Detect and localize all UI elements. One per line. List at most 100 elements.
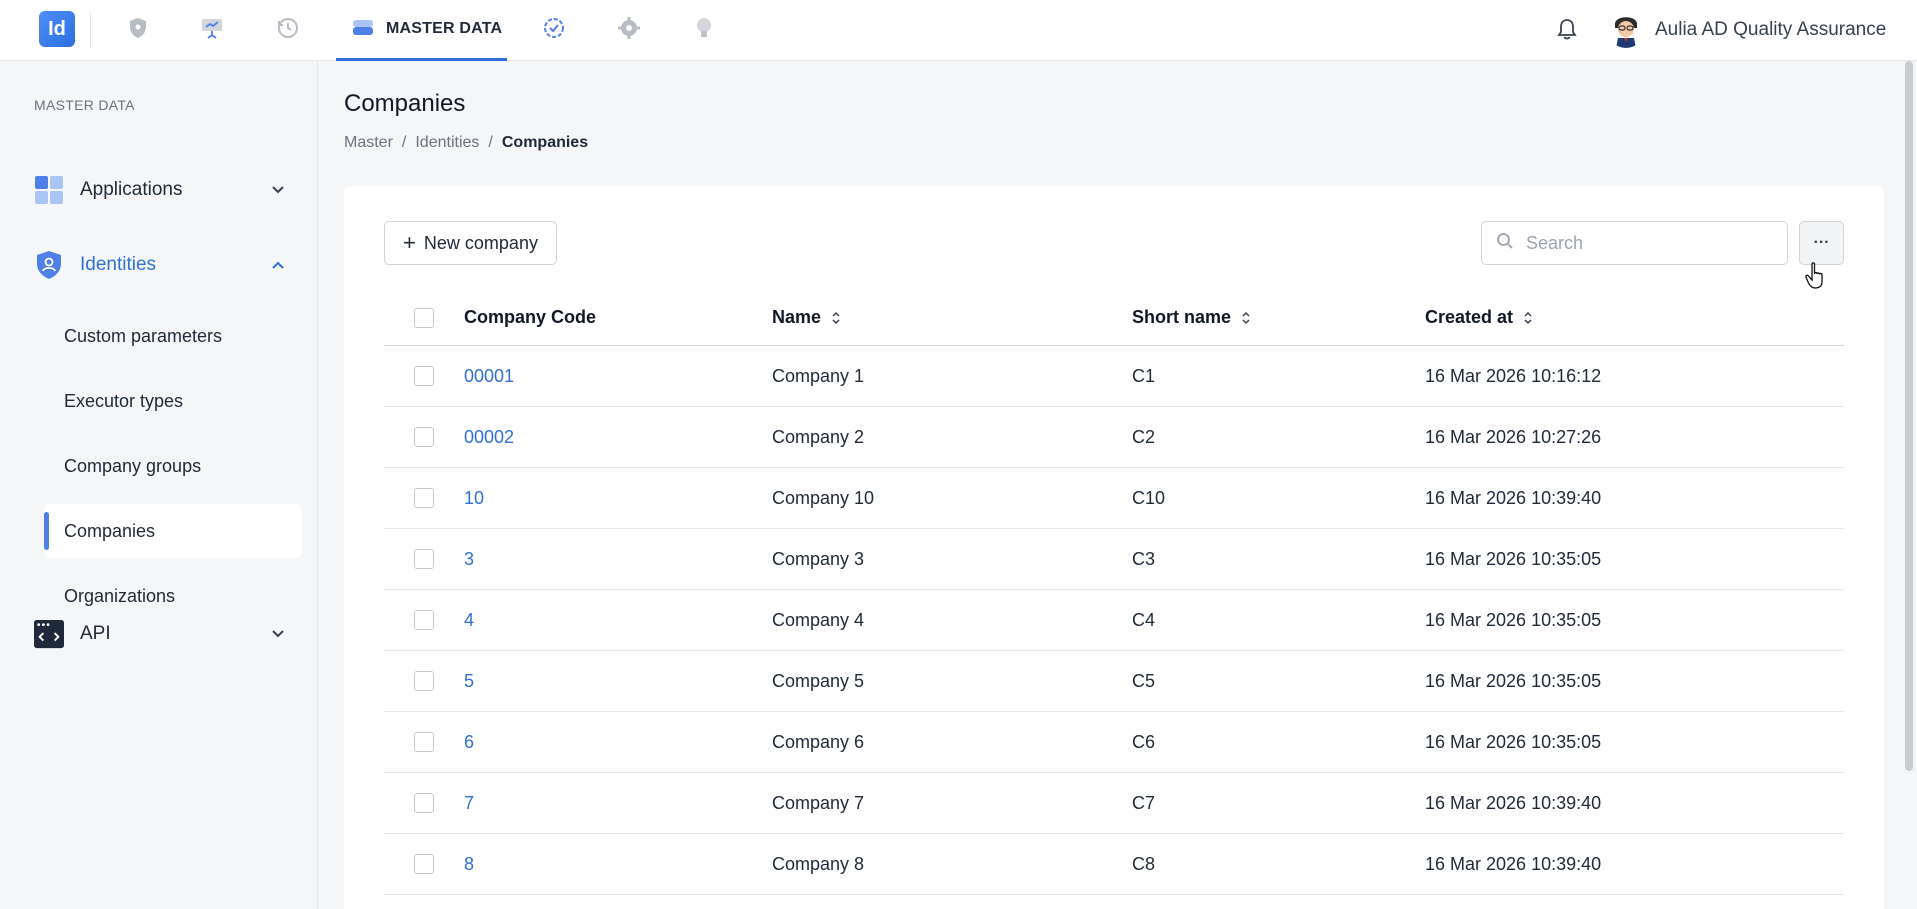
bell-icon[interactable] [1554,16,1580,42]
sidebar-item-companies[interactable]: Companies [44,504,302,558]
chevron-up-icon [268,255,288,275]
company-short-name-cell: C3 [1132,548,1156,569]
company-short-name-cell: C5 [1132,670,1156,691]
table-row: 4 Company 4 C4 16 Mar 2026 10:35:05 [384,590,1844,651]
more-options-button[interactable]: ··· [1799,221,1844,265]
company-short-name-cell: C4 [1132,609,1156,630]
tab-master-data[interactable]: MASTER DATA [336,0,507,61]
column-header-company-code: Company Code [464,307,772,328]
sort-icon[interactable] [1241,310,1251,326]
row-checkbox[interactable] [414,854,434,874]
company-name-cell: Company 5 [772,670,865,691]
table-body: 00001 Company 1 C1 16 Mar 2026 10:16:12 … [384,346,1844,895]
company-code-link[interactable]: 00002 [464,427,772,448]
company-code-link[interactable]: 8 [464,854,772,875]
company-name-cell: Company 10 [772,487,875,508]
breadcrumb-item-master[interactable]: Master [344,134,393,152]
sidebar-item-executor-types[interactable]: Executor types [44,374,302,428]
shield-icon[interactable] [126,14,150,42]
header-checkbox-cell [384,307,464,328]
column-header-label: Created at [1425,307,1514,327]
row-checkbox-cell [384,488,464,508]
column-header-label: Name [772,307,822,327]
app-logo[interactable]: Id [39,11,75,47]
row-checkbox-cell [384,671,464,691]
company-short-name-cell: C7 [1132,792,1156,813]
code-window-icon [34,619,64,649]
chevron-down-icon [268,180,288,200]
select-all-checkbox[interactable] [414,307,434,328]
page-scrollbar[interactable] [1905,61,1913,771]
company-code-link[interactable]: 5 [464,671,772,692]
presentation-icon[interactable] [200,14,224,42]
sidebar-group-api[interactable]: API [34,617,294,651]
company-created-at-cell: 16 Mar 2026 10:39:40 [1425,853,1602,874]
breadcrumb: Master / Identities / Companies [344,134,588,152]
company-name-cell: Company 2 [772,426,865,447]
company-code-link[interactable]: 6 [464,732,772,753]
sidebar-group-identities[interactable]: Identities [34,248,294,282]
chevron-down-icon [268,624,288,644]
column-header-created-at[interactable]: Created at [1425,307,1844,328]
table-row: 6 Company 6 C6 16 Mar 2026 10:35:05 [384,712,1844,773]
row-checkbox[interactable] [414,793,434,813]
sidebar-item-company-groups[interactable]: Company groups [44,439,302,493]
grid-icon [34,175,64,205]
column-header-short-name[interactable]: Short name [1132,307,1425,328]
table-row: 00002 Company 2 C2 16 Mar 2026 10:27:26 [384,407,1844,468]
table-row: 00001 Company 1 C1 16 Mar 2026 10:16:12 [384,346,1844,407]
row-checkbox[interactable] [414,488,434,508]
company-code-link[interactable]: 7 [464,793,772,814]
company-short-name-cell: C2 [1132,426,1156,447]
row-checkbox-cell [384,854,464,874]
row-checkbox[interactable] [414,549,434,569]
company-created-at-cell: 16 Mar 2026 10:35:05 [1425,609,1602,630]
sort-icon[interactable] [831,310,841,326]
company-code-link[interactable]: 10 [464,488,772,509]
breadcrumb-separator: / [401,134,407,151]
new-company-button[interactable]: + New company [384,221,557,265]
sidebar-group-applications[interactable]: Applications [34,173,294,207]
gear-icon[interactable] [617,14,641,42]
sidebar-group-label: Identities [80,254,157,275]
sidebar-item-custom-parameters[interactable]: Custom parameters [44,309,302,363]
company-name-cell: Company 8 [772,853,865,874]
lightbulb-icon[interactable] [692,14,716,42]
history-icon[interactable] [276,14,300,42]
table-row: 5 Company 5 C5 16 Mar 2026 10:35:05 [384,651,1844,712]
row-checkbox-cell [384,549,464,569]
avatar[interactable] [1607,10,1645,48]
companies-table: Company Code Name Short name Created at … [384,290,1844,895]
row-checkbox[interactable] [414,610,434,630]
row-checkbox[interactable] [414,671,434,691]
company-created-at-cell: 16 Mar 2026 10:39:40 [1425,487,1602,508]
identity-shield-icon [34,250,64,280]
column-header-name[interactable]: Name [772,307,1132,328]
table-row: 8 Company 8 C8 16 Mar 2026 10:39:40 [384,834,1844,895]
search-box [1481,221,1788,265]
company-created-at-cell: 16 Mar 2026 10:35:05 [1425,731,1602,752]
company-code-link[interactable]: 4 [464,610,772,631]
table-header: Company Code Name Short name Created at [384,290,1844,346]
row-checkbox-cell [384,793,464,813]
search-input[interactable] [1526,232,1766,254]
company-code-link[interactable]: 3 [464,549,772,570]
column-header-label: Company Code [464,307,597,327]
plus-icon: + [403,230,416,255]
tab-master-data-label: MASTER DATA [386,20,503,37]
badge-check-icon[interactable] [542,14,566,42]
table-row: 10 Company 10 C10 16 Mar 2026 10:39:40 [384,468,1844,529]
user-name[interactable]: Aulia AD Quality Assurance [1655,19,1886,41]
row-checkbox[interactable] [414,732,434,752]
sort-icon[interactable] [1523,310,1533,326]
company-name-cell: Company 1 [772,365,865,386]
sidebar-item-organizations[interactable]: Organizations [44,569,302,623]
row-checkbox[interactable] [414,427,434,447]
company-name-cell: Company 3 [772,548,865,569]
row-checkbox-cell [384,732,464,752]
company-code-link[interactable]: 00001 [464,366,772,387]
row-checkbox[interactable] [414,366,434,386]
database-icon [352,18,374,41]
company-short-name-cell: C8 [1132,853,1156,874]
breadcrumb-item-identities[interactable]: Identities [415,134,479,152]
